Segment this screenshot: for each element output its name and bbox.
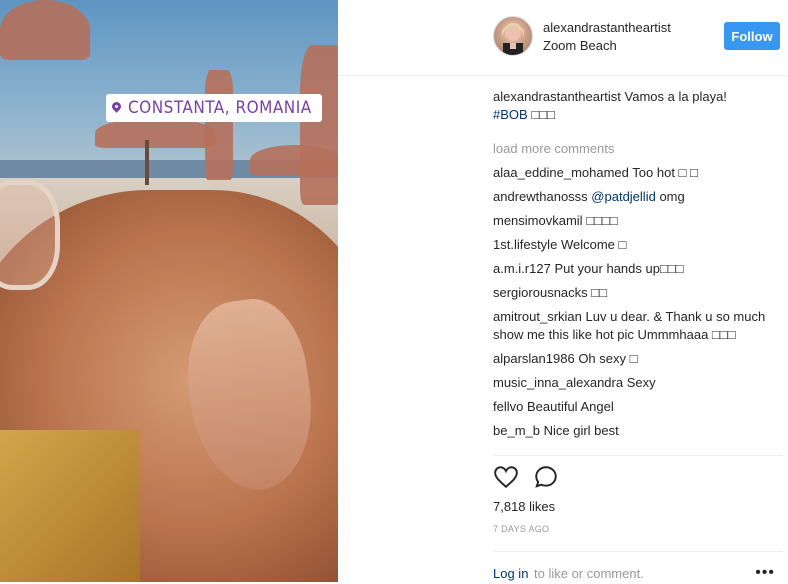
sticker-text: CONSTANTA, ROMANIA xyxy=(128,98,312,118)
comment-text: □□□□ xyxy=(586,213,618,228)
avatar[interactable] xyxy=(493,16,533,56)
comment-item: mensimovkamil □□□□ xyxy=(493,212,773,230)
comment-text: Put your hands up□□□ xyxy=(554,261,684,276)
comment-text: Beautiful Angel xyxy=(526,399,614,414)
comment-item: a.m.i.r127 Put your hands up□□□ xyxy=(493,260,773,278)
comment-username[interactable]: a.m.i.r127 xyxy=(493,261,551,276)
post-footer: Log in to like or comment. ••• xyxy=(493,551,783,584)
beach-umbrella xyxy=(300,45,338,205)
comment-text: □□ xyxy=(591,285,607,300)
heart-icon[interactable] xyxy=(493,464,519,490)
post-header: alexandrastantheartist Zoom Beach Follow xyxy=(338,0,788,76)
comment-item: alaa_eddine_mohamed Too hot □ □ xyxy=(493,164,773,182)
comment-text: Too hot □ □ xyxy=(632,165,698,180)
photo-towel xyxy=(0,430,140,582)
comment-text: Welcome □ xyxy=(560,237,627,252)
more-options-icon[interactable]: ••• xyxy=(755,564,775,582)
post-caption: alexandrastantheartist Vamos a la playa!… xyxy=(493,88,773,124)
comment-text: Oh sexy □ xyxy=(578,351,638,366)
comment-text: omg xyxy=(659,189,685,204)
comment-username[interactable]: music_inna_alexandra xyxy=(493,375,623,390)
post-actions: 7,818 likes 7 DAYS AGO Log in to like or… xyxy=(493,455,783,581)
comment-username[interactable]: amitrout_srkian xyxy=(493,309,582,324)
comment-item: 1st.lifestyle Welcome □ xyxy=(493,236,773,254)
caption-emoji: □□□ xyxy=(531,107,555,122)
comment-username[interactable]: mensimovkamil xyxy=(493,213,583,228)
comment-text: Sexy xyxy=(626,375,656,390)
username-link[interactable]: alexandrastantheartist xyxy=(543,20,671,35)
comment-text: Nice girl best xyxy=(543,423,619,438)
comment-username[interactable]: 1st.lifestyle xyxy=(493,237,557,252)
comment-item: be_m_b Nice girl best xyxy=(493,422,773,440)
login-link[interactable]: Log in xyxy=(493,566,528,581)
load-more-comments-link[interactable]: load more comments xyxy=(493,140,773,158)
beach-umbrella xyxy=(205,70,233,180)
location-pin-icon xyxy=(110,100,123,113)
comment-item: alparslan1986 Oh sexy □ xyxy=(493,350,773,368)
beach-umbrella xyxy=(0,0,90,60)
comment-username[interactable]: alparslan1986 xyxy=(493,351,575,366)
location-link[interactable]: Zoom Beach xyxy=(543,38,617,53)
comment-icon[interactable] xyxy=(533,464,559,490)
location-sticker: CONSTANTA, ROMANIA xyxy=(106,94,322,122)
comment-item: amitrout_srkian Luv u dear. & Thank u so… xyxy=(493,308,773,344)
comment-username[interactable]: be_m_b xyxy=(493,423,540,438)
comment-username[interactable]: fellvo xyxy=(493,399,523,414)
caption-username[interactable]: alexandrastantheartist xyxy=(493,89,621,104)
umbrella-pole xyxy=(145,140,149,185)
post-panel: alexandrastantheartist Zoom Beach Follow… xyxy=(338,0,788,582)
comment-mention[interactable]: @patdjellid xyxy=(591,189,656,204)
likes-count[interactable]: 7,818 likes xyxy=(493,499,555,514)
follow-button[interactable]: Follow xyxy=(724,22,780,50)
post-timestamp[interactable]: 7 DAYS AGO xyxy=(493,524,549,534)
avatar-image xyxy=(502,23,524,55)
comment-item: andrewthanosss @patdjellid omg xyxy=(493,188,773,206)
photo-sunglasses xyxy=(0,180,60,290)
caption-text: Vamos a la playa! xyxy=(624,89,727,104)
comment-username[interactable]: andrewthanosss xyxy=(493,189,588,204)
comment-item: fellvo Beautiful Angel xyxy=(493,398,773,416)
post-photo[interactable]: CONSTANTA, ROMANIA xyxy=(0,0,338,582)
caption-hashtag[interactable]: #BOB xyxy=(493,107,528,122)
beach-umbrella xyxy=(95,118,215,148)
login-prompt-text: to like or comment. xyxy=(534,566,644,581)
comment-item: music_inna_alexandra Sexy xyxy=(493,374,773,392)
comment-item: sergiorousnacks □□ xyxy=(493,284,773,302)
comment-username[interactable]: sergiorousnacks xyxy=(493,285,588,300)
comments-list: alexandrastantheartist Vamos a la playa!… xyxy=(493,88,773,446)
comment-username[interactable]: alaa_eddine_mohamed xyxy=(493,165,629,180)
